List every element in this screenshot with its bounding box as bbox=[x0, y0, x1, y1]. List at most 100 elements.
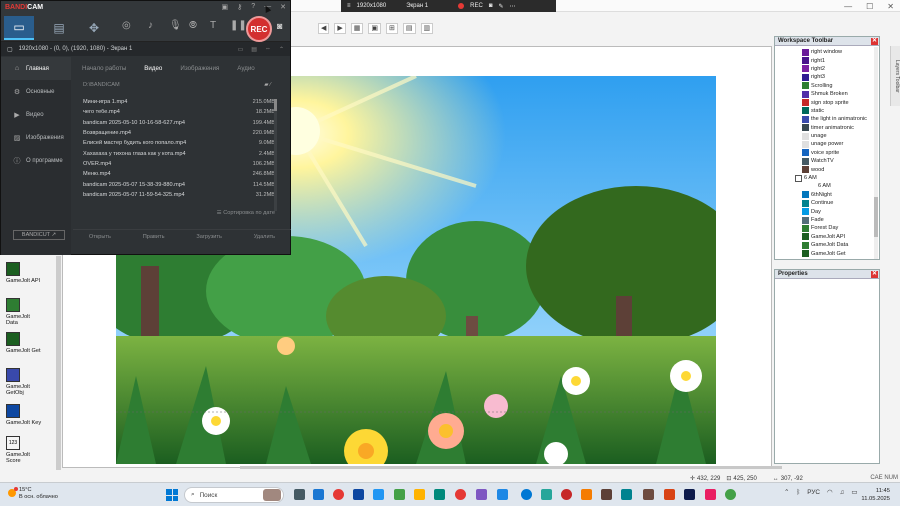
clickteam-icon[interactable] bbox=[601, 489, 612, 500]
rec-bar-rec-label[interactable]: REC bbox=[470, 3, 483, 9]
workspace-tree-item[interactable]: unage power bbox=[775, 140, 879, 148]
workspace-tree-item[interactable]: sign stop sprite bbox=[775, 98, 879, 107]
file-row[interactable]: bandicam 2025-05-10 10-16-58-627.mp4 199.… bbox=[83, 118, 291, 128]
app-green-icon[interactable] bbox=[394, 489, 405, 500]
workspace-scrollbar[interactable] bbox=[874, 47, 878, 259]
file-list-scroll-thumb[interactable] bbox=[274, 99, 277, 111]
palette-item[interactable]: GameJolt GetObj bbox=[6, 368, 42, 397]
chevron-up-icon[interactable]: ⌃ bbox=[784, 488, 789, 496]
camera-icon[interactable]: ◙ bbox=[489, 3, 493, 9]
file-action-button[interactable]: Открыть bbox=[89, 234, 111, 243]
collapse-icon[interactable]: ⌃ bbox=[279, 46, 284, 53]
close-icon[interactable]: ✕ bbox=[871, 38, 878, 45]
speaker-icon[interactable]: ♪ bbox=[148, 20, 153, 31]
workspace-tree-item[interactable]: timer animatronic bbox=[775, 124, 879, 132]
key-icon[interactable]: ⚷ bbox=[237, 3, 242, 11]
bandicam-tab[interactable]: Изображения bbox=[171, 65, 228, 72]
workspace-tree-item[interactable]: 6thNight bbox=[775, 191, 879, 199]
palette-item[interactable]: GameJolt Data bbox=[6, 298, 42, 327]
workspace-tree-item[interactable]: right1 bbox=[775, 56, 879, 65]
file-action-button[interactable]: Удалить bbox=[254, 234, 275, 243]
view-button[interactable]: ▥ bbox=[420, 22, 434, 34]
minimize-icon[interactable]: — bbox=[844, 2, 852, 11]
palette-item[interactable]: GameJolt API bbox=[6, 262, 42, 284]
app-orange-icon[interactable] bbox=[581, 489, 592, 500]
close-icon[interactable]: ✕ bbox=[280, 3, 286, 11]
window-select-icon[interactable]: ▤ bbox=[251, 46, 257, 53]
file-row[interactable]: Елисей мастер будить кого попало.mp4 9.0M… bbox=[83, 138, 291, 148]
bluetooth-icon[interactable]: ᛒ bbox=[796, 489, 800, 496]
clock[interactable]: 11:45 11.05.2025 bbox=[861, 487, 890, 503]
help-icon[interactable]: ? bbox=[251, 3, 255, 11]
workspace-tree-item[interactable]: right3 bbox=[775, 73, 879, 81]
workspace-tree-item[interactable]: Fade bbox=[775, 216, 879, 224]
word-icon[interactable] bbox=[353, 489, 364, 500]
workspace-tree-item[interactable]: Scrolling bbox=[775, 82, 879, 90]
folder-icon[interactable]: ▣ bbox=[221, 3, 228, 11]
file-row[interactable]: Мини-игра 1.mp4 215.0MB bbox=[83, 97, 291, 107]
wifi-icon[interactable]: ◠ bbox=[827, 488, 833, 496]
telegram-icon[interactable] bbox=[497, 489, 508, 500]
palette-item[interactable]: GameJolt Get bbox=[6, 332, 42, 354]
sidebar-item[interactable]: ⚙ Основные bbox=[1, 80, 71, 103]
app-teal-icon[interactable] bbox=[434, 489, 445, 500]
capture-area-icon[interactable]: ▢ bbox=[7, 46, 13, 53]
fullscreen-icon[interactable]: ▭ bbox=[238, 46, 244, 53]
file-row[interactable]: Возвращение.mp4 220.9MB bbox=[83, 128, 291, 138]
resize-icon[interactable]: ⇔ bbox=[265, 46, 271, 53]
nav-back-button[interactable]: ◀ bbox=[318, 22, 330, 34]
app-pink-icon[interactable] bbox=[705, 489, 716, 500]
workspace-tree-item[interactable]: right window bbox=[775, 48, 879, 56]
maximize-icon[interactable]: ☐ bbox=[866, 2, 873, 11]
battery-icon[interactable]: ▭ bbox=[851, 488, 857, 496]
workspace-tree-item[interactable]: Continue bbox=[775, 199, 879, 207]
workspace-tree-item[interactable]: unage bbox=[775, 132, 879, 140]
sort-by-date[interactable]: ☰ Сортировка по дате bbox=[217, 210, 275, 216]
workspace-tree-item[interactable]: Day bbox=[775, 207, 879, 216]
more-icon[interactable]: ⋯ bbox=[509, 3, 515, 10]
workspace-tree-item[interactable]: right2 bbox=[775, 65, 879, 73]
menu-icon[interactable]: ≡ bbox=[347, 3, 351, 9]
device-record-mode-button[interactable]: ▤ bbox=[44, 16, 74, 40]
app-purple-icon[interactable] bbox=[476, 489, 487, 500]
workspace-tree-item[interactable]: Shmuk Broken bbox=[775, 90, 879, 98]
language-indicator[interactable]: РУС bbox=[807, 489, 820, 496]
pen-icon[interactable]: ✎ bbox=[498, 3, 503, 10]
sidebar-item[interactable]: ▨ Изображения bbox=[1, 126, 71, 149]
game-record-mode-button[interactable]: ✥ bbox=[79, 16, 109, 40]
file-action-button[interactable]: Править bbox=[143, 234, 165, 243]
screenshot-icon[interactable]: ◙ bbox=[277, 21, 282, 31]
record-dot-icon[interactable] bbox=[458, 3, 465, 9]
bandicam-taskbar-icon[interactable] bbox=[561, 489, 572, 500]
workspace-tree-item[interactable]: Forest Day bbox=[775, 224, 879, 232]
file-list-scrollbar[interactable] bbox=[274, 99, 277, 211]
browser-icon[interactable] bbox=[373, 489, 384, 500]
photoshop-icon[interactable] bbox=[684, 489, 695, 500]
task-view-icon[interactable] bbox=[294, 489, 305, 500]
webcam-off-icon[interactable]: ◎ bbox=[122, 20, 131, 31]
yandex-icon[interactable] bbox=[333, 489, 344, 500]
workspace-tree-item[interactable]: voice sprite bbox=[775, 149, 879, 157]
record-button[interactable]: REC bbox=[246, 16, 272, 42]
layout-button[interactable]: ▤ bbox=[402, 22, 416, 34]
file-row[interactable]: Хахахаха у тихона глаза как у кота.mp4 2.… bbox=[83, 148, 291, 158]
file-row[interactable]: OVER.mp4 106.2MB bbox=[83, 159, 291, 169]
workspace-tree-item[interactable]: static bbox=[775, 107, 879, 115]
workspace-tree-item[interactable]: the light in animatronic bbox=[775, 115, 879, 123]
workspace-tree-item[interactable]: WatchTV bbox=[775, 157, 879, 165]
bandicam-tab[interactable]: Начало работы bbox=[73, 65, 135, 72]
sidebar-item[interactable]: ⌂ Главная bbox=[1, 57, 71, 80]
screen-record-mode-button[interactable]: ▭ bbox=[4, 16, 34, 40]
file-row[interactable]: чего тебе.mp4 18.2MB bbox=[83, 107, 291, 117]
workspace-tree-item[interactable]: GameJolt Data bbox=[775, 241, 879, 249]
palette-item[interactable]: GameJolt Key bbox=[6, 404, 42, 426]
sidebar-item[interactable]: ⓘ О программе bbox=[1, 149, 71, 172]
app-cyan-icon[interactable] bbox=[621, 489, 632, 500]
workspace-tree-item[interactable]: GameJolt API bbox=[775, 233, 879, 241]
opera-icon[interactable] bbox=[455, 489, 466, 500]
file-row[interactable]: bandicam 2025-05-07 15-38-39-880.mp4 114.… bbox=[83, 179, 291, 189]
bandicut-button[interactable]: BANDICUT ↗ bbox=[13, 230, 65, 240]
close-icon[interactable]: ✕ bbox=[871, 271, 878, 278]
workspace-tree-item[interactable]: 6 AM bbox=[775, 182, 879, 190]
file-explorer-icon[interactable] bbox=[414, 489, 425, 500]
